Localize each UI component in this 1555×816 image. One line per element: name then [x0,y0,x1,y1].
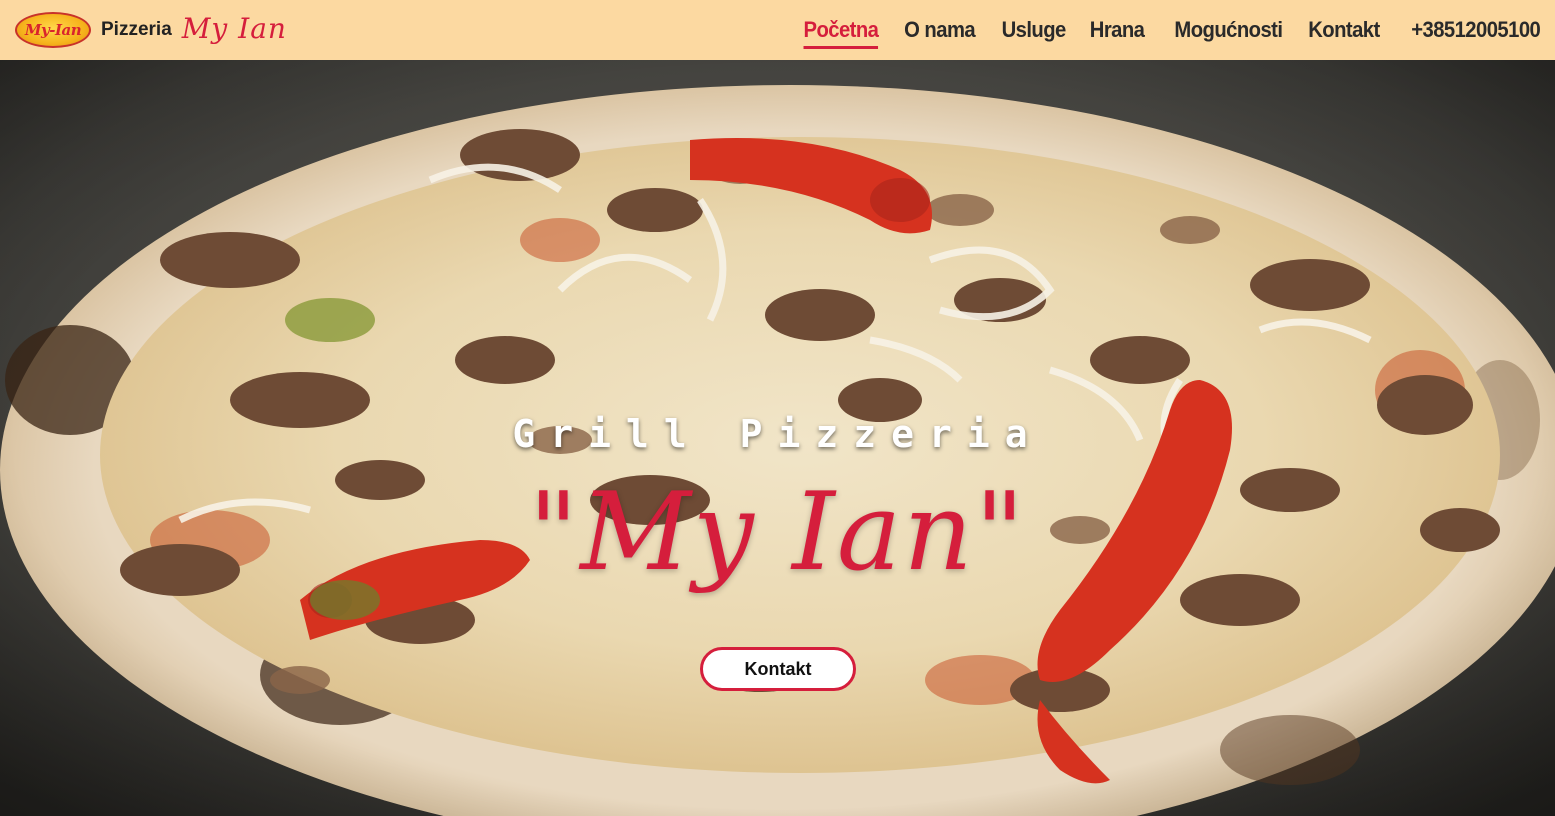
nav-item-o-nama[interactable]: O nama [905,11,976,49]
brand-word: Pizzeria [101,19,172,40]
logo-text: My-Ian [24,21,82,39]
kontakt-button[interactable]: Kontakt [700,647,856,691]
brand[interactable]: My-Ian Pizzeria My Ian [0,0,287,60]
main-nav: Početna O nama Usluge Hrana Mogućnosti K… [777,0,1555,60]
nav-item-phone[interactable]: +38512005100 [1411,11,1541,49]
nav-item-kontakt[interactable]: Kontakt [1308,11,1380,49]
hero-title: "My Ian" [528,470,1027,595]
hero-section: Grill Pizzeria "My Ian" Kontakt [0,60,1555,816]
nav-item-pocetna[interactable]: Početna [803,11,879,49]
hero-text: Grill Pizzeria "My Ian" Kontakt [0,60,1555,816]
nav-item-usluge[interactable]: Usluge [1001,11,1066,49]
site-header: My-Ian Pizzeria My Ian Početna O nama Us… [0,0,1555,60]
nav-item-hrana[interactable]: Hrana [1090,11,1145,49]
nav-item-mogucnosti[interactable]: Mogućnosti [1174,11,1283,49]
logo[interactable]: My-Ian [15,12,91,48]
brand-script: My Ian [181,11,287,45]
hero-subtitle: Grill Pizzeria [512,412,1043,456]
